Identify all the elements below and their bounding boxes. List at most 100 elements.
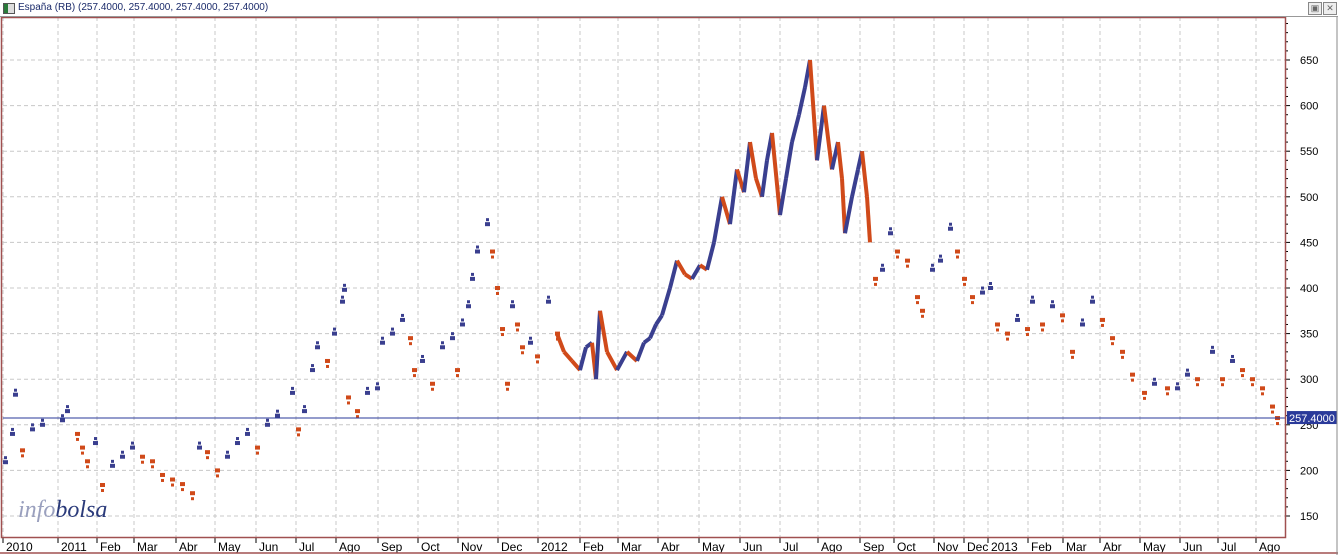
- up-point-tail: [14, 388, 17, 392]
- up-point: [1185, 372, 1190, 377]
- infobolsa-logo: infobolsa: [18, 497, 107, 523]
- down-point-tail: [76, 437, 79, 441]
- up-point-tail: [266, 418, 269, 422]
- down-point: [346, 395, 351, 400]
- down-point-tail: [1061, 319, 1064, 323]
- up-point-tail: [1176, 382, 1179, 386]
- up-point-tail: [476, 245, 479, 249]
- down-point-tail: [874, 282, 877, 286]
- x-tick-label: Feb: [1031, 540, 1052, 554]
- up-point-tail: [1186, 368, 1189, 372]
- x-tick-label: Ago: [1259, 540, 1281, 554]
- up-point-tail: [441, 341, 444, 345]
- down-point: [20, 448, 25, 453]
- down-point-tail: [1101, 323, 1104, 327]
- down-point: [325, 358, 330, 363]
- up-point: [60, 418, 65, 423]
- y-tick-label: 350: [1300, 329, 1318, 341]
- up-point: [460, 322, 465, 327]
- up-point-tail: [121, 450, 124, 454]
- up-point: [1175, 386, 1180, 391]
- up-point: [120, 454, 125, 459]
- up-point-tail: [236, 437, 239, 441]
- down-point: [190, 491, 195, 496]
- down-point-tail: [536, 360, 539, 364]
- up-point: [485, 222, 490, 227]
- down-point-tail: [516, 328, 519, 332]
- down-point: [955, 249, 960, 254]
- down-point-tail: [431, 387, 434, 391]
- up-point-tail: [333, 327, 336, 331]
- up-point: [1210, 349, 1215, 354]
- down-point: [1120, 349, 1125, 354]
- down-point-tail: [347, 401, 350, 405]
- x-tick-label: Abr: [179, 540, 198, 554]
- close-button[interactable]: ✕: [1323, 2, 1337, 15]
- up-point-tail: [989, 282, 992, 285]
- restore-button[interactable]: ▣: [1308, 2, 1322, 15]
- x-tick-label: Ago: [821, 540, 843, 554]
- up-point-tail: [41, 418, 44, 422]
- x-tick-label: May: [1143, 540, 1166, 554]
- up-point: [130, 445, 135, 450]
- down-point: [873, 276, 878, 281]
- up-point-tail: [391, 327, 394, 331]
- up-point: [400, 317, 405, 322]
- down-point-tail: [921, 314, 924, 318]
- x-tick-label: Oct: [897, 540, 916, 554]
- x-tick-label: Jul: [783, 540, 798, 554]
- up-point-tail: [529, 336, 532, 340]
- up-point-tail: [4, 456, 7, 460]
- up-point: [10, 431, 15, 436]
- up-point-tail: [1153, 377, 1156, 381]
- up-point: [420, 358, 425, 363]
- down-point: [920, 308, 925, 313]
- down-point-tail: [21, 454, 24, 458]
- down-point-tail: [81, 451, 84, 455]
- down-point: [495, 286, 500, 290]
- up-point: [302, 409, 307, 414]
- up-point-tail: [303, 405, 306, 409]
- y-tick-label: 600: [1300, 101, 1318, 113]
- down-point-tail: [896, 255, 899, 259]
- up-point-tail: [931, 263, 934, 267]
- up-point-tail: [66, 405, 69, 409]
- up-point: [1030, 299, 1035, 304]
- up-point-tail: [401, 313, 404, 317]
- down-point: [1110, 336, 1115, 341]
- down-point-tail: [1143, 396, 1146, 400]
- y-tick-label: 150: [1300, 511, 1318, 523]
- up-point: [528, 340, 533, 345]
- up-point: [888, 231, 893, 236]
- down-point-tail: [506, 387, 509, 391]
- up-point: [275, 413, 280, 418]
- x-tick-label: May: [702, 540, 725, 554]
- chart-app-icon: [3, 3, 15, 14]
- down-point-tail: [491, 255, 494, 259]
- down-point-tail: [101, 488, 104, 492]
- down-point: [170, 477, 175, 482]
- down-point: [520, 345, 525, 350]
- down-point: [255, 445, 260, 450]
- down-point-tail: [326, 364, 329, 368]
- up-point: [40, 422, 45, 427]
- down-point-tail: [171, 483, 174, 487]
- up-point: [1152, 381, 1157, 386]
- last-value-label: 257.4000: [1289, 413, 1335, 425]
- up-point-tail: [131, 441, 134, 445]
- up-point-tail: [1081, 318, 1084, 322]
- up-point-tail: [1231, 354, 1234, 358]
- up-point-tail: [343, 283, 346, 287]
- x-tick-label: Sep: [381, 540, 403, 554]
- down-point: [505, 381, 510, 386]
- down-point: [515, 322, 520, 327]
- down-point-tail: [1241, 374, 1244, 378]
- down-point-tail: [86, 465, 89, 469]
- down-point: [455, 368, 460, 373]
- down-point-tail: [1111, 342, 1114, 346]
- y-tick-label: 200: [1300, 465, 1318, 477]
- up-point-tail: [486, 218, 489, 222]
- x-tick-label: Mar: [1066, 540, 1087, 554]
- window-titlebar: España (RB) (257.4000, 257.4000, 257.400…: [0, 0, 1338, 17]
- up-point-tail: [381, 336, 384, 340]
